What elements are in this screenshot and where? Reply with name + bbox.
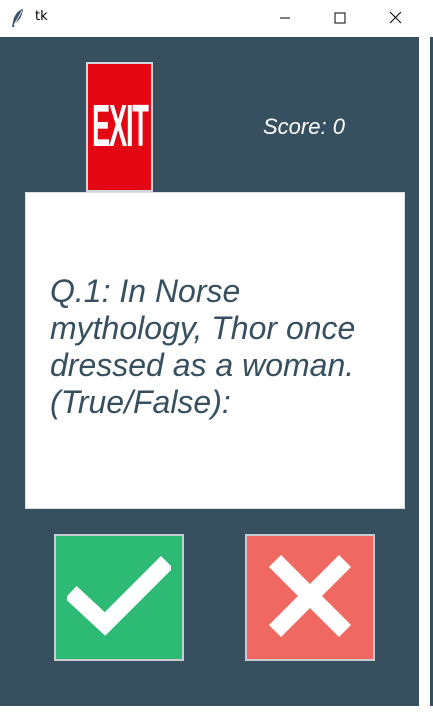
maximize-icon (334, 9, 346, 28)
exit-label: EXIT (91, 93, 149, 160)
close-button[interactable] (372, 0, 418, 37)
false-button[interactable] (245, 534, 375, 661)
check-icon (64, 555, 174, 640)
maximize-button[interactable] (317, 0, 363, 37)
exit-button[interactable]: EXIT (86, 62, 153, 192)
minimize-button[interactable] (262, 0, 308, 37)
minimize-icon (279, 9, 291, 28)
cross-icon (267, 553, 353, 643)
true-button[interactable] (54, 534, 184, 661)
score-label: Score: 0 (263, 114, 345, 139)
feather-icon (10, 8, 26, 28)
question-text: Q.1: In Norse mythology, Thor once dress… (50, 273, 356, 420)
question-card: Q.1: In Norse mythology, Thor once dress… (25, 192, 405, 509)
window-bottom-border (0, 706, 433, 716)
close-icon (389, 9, 402, 28)
window-title: tk (35, 9, 48, 24)
title-bar: tk (0, 0, 419, 37)
